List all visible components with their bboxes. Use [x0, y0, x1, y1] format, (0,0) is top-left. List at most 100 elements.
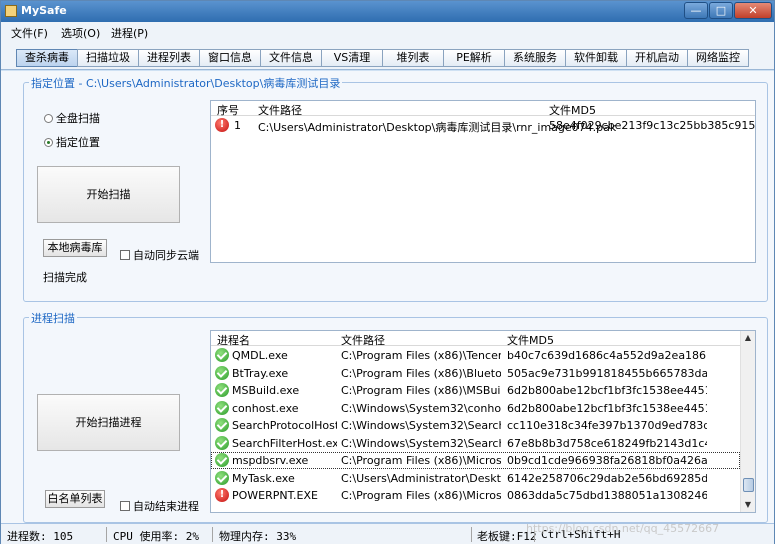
radio-on-icon: [44, 138, 53, 147]
title-bar: MySafe — □ ✕: [1, 1, 774, 22]
cpu-usage: CPU 使用率: 2%: [113, 530, 199, 543]
auto-end-process-checkbox[interactable]: 自动结束进程: [120, 498, 199, 514]
cell-name: POWERPNT.EXE: [232, 489, 318, 502]
start-scan-button[interactable]: 开始扫描: [37, 166, 180, 223]
cell-path: C:\Program Files (x86)\Microsoft Vis...: [341, 454, 501, 467]
tab-8[interactable]: 系统服务: [504, 49, 566, 67]
scroll-down-arrow-icon[interactable]: ▼: [743, 500, 753, 510]
list-header: 进程名 文件路径 文件MD5: [211, 331, 755, 348]
tab-0[interactable]: 查杀病毒: [16, 49, 78, 67]
safe-check-icon: [215, 418, 229, 432]
table-row[interactable]: SearchFilterHost.exe C:\Windows\System32\…: [211, 435, 740, 452]
cell-path: C:\Windows\System32\SearchProto...: [341, 419, 501, 432]
status-separator: [106, 527, 107, 542]
danger-icon: !: [215, 118, 229, 132]
tab-2[interactable]: 进程列表: [138, 49, 200, 67]
menu-process[interactable]: 进程(P): [111, 25, 148, 41]
menu-options[interactable]: 选项(O): [61, 25, 100, 41]
col-file-md5[interactable]: 文件MD5: [549, 102, 596, 118]
tab-5[interactable]: VS清理: [321, 49, 383, 67]
tab-11[interactable]: 网络监控: [687, 49, 749, 67]
maximize-button[interactable]: □: [709, 2, 733, 19]
cell-path: C:\Windows\System32\SearchFilter...: [341, 436, 501, 450]
scroll-thumb[interactable]: [743, 478, 754, 492]
auto-sync-label: 自动同步云端: [133, 249, 199, 262]
start-process-scan-button[interactable]: 开始扫描进程: [37, 394, 180, 451]
main-window: MySafe — □ ✕ 文件(F) 选项(O) 进程(P) 查杀病毒 扫描垃圾进…: [0, 0, 775, 544]
cell-md5: b40c7c639d1686c4a552d9a2ea186...: [507, 349, 707, 362]
process-count: 进程数: 105: [7, 530, 74, 543]
safe-check-icon: [215, 400, 229, 415]
checkbox-unchecked-icon: [120, 501, 130, 511]
cell-path: C:\Users\Administrator\Desktop\My...: [341, 471, 501, 485]
scan-status: 扫描完成: [43, 271, 87, 284]
safe-check-icon: [215, 470, 229, 485]
tab-4[interactable]: 文件信息: [260, 49, 322, 67]
safe-check-icon: [215, 435, 229, 450]
tab-10[interactable]: 开机启动: [626, 49, 688, 67]
tab-3[interactable]: 窗口信息: [199, 49, 261, 67]
table-row[interactable]: SearchProtocolHost.exe C:\Windows\System3…: [211, 417, 740, 434]
cell-name: SearchProtocolHost.exe: [232, 419, 337, 432]
cell-name: conhost.exe: [232, 401, 299, 415]
radio-off-icon: [44, 114, 53, 123]
cell-md5: 6142e258706c29dab2e56bd69285d...: [507, 471, 707, 485]
local-virus-db-button[interactable]: 本地病毒库: [43, 239, 107, 257]
auto-end-process-label: 自动结束进程: [133, 500, 199, 513]
cell-path: C:\Program Files (x86)\MSBuild\14.0...: [341, 384, 501, 397]
scroll-up-arrow-icon[interactable]: ▲: [743, 333, 753, 343]
checkbox-unchecked-icon: [120, 250, 130, 260]
process-list[interactable]: 进程名 文件路径 文件MD5 QMDL.exe C:\Program Files …: [210, 330, 756, 513]
cell-md5: cc110e318c34fe397b1370d9ed783d5e: [507, 419, 707, 432]
menu-bar: 文件(F) 选项(O) 进程(P): [1, 22, 774, 42]
process-scan-group: 进程扫描 开始扫描进程 白名单列表 自动结束进程 进程名 文件路径 文件MD5 …: [23, 310, 768, 523]
cell-md5: 6d2b800abe12bcf1bf3fc1538ee44514: [507, 384, 707, 397]
virus-scan-group: 指定位置 - C:\Users\Administrator\Desktop\病毒…: [23, 75, 768, 302]
specified-location-label: 指定位置: [56, 136, 100, 149]
cell-md5: 58e4f029cbe213f9c13c25bb385c915d: [549, 119, 756, 132]
table-row[interactable]: MSBuild.exe C:\Program Files (x86)\MSBuil…: [211, 382, 740, 399]
safe-check-icon: [215, 365, 229, 380]
cell-md5: 0863dda5c75dbd1388051a1308246...: [507, 489, 707, 502]
safe-check-icon: [215, 348, 229, 362]
virus-result-list[interactable]: 序号 文件路径 文件MD5 ! 1 C:\Users\Administrator\D…: [210, 100, 756, 263]
cell-name: mspdbsrv.exe: [232, 454, 309, 467]
auto-sync-checkbox[interactable]: 自动同步云端: [120, 247, 199, 263]
specified-location-radio[interactable]: 指定位置: [44, 134, 100, 150]
window-title: MySafe: [21, 4, 67, 17]
safe-check-icon: [215, 383, 229, 397]
minimize-button[interactable]: —: [684, 2, 708, 19]
tab-1[interactable]: 扫描垃圾: [77, 49, 139, 67]
menu-file[interactable]: 文件(F): [11, 25, 48, 41]
col-file-md5[interactable]: 文件MD5: [507, 332, 554, 348]
cell-name: MyTask.exe: [232, 471, 295, 485]
table-row[interactable]: mspdbsrv.exe C:\Program Files (x86)\Micro…: [211, 452, 740, 469]
process-scan-group-title: 进程扫描: [29, 310, 77, 326]
close-button[interactable]: ✕: [734, 2, 772, 19]
whitelist-button[interactable]: 白名单列表: [45, 490, 105, 508]
col-file-path[interactable]: 文件路径: [341, 332, 385, 348]
safe-check-icon: [215, 453, 229, 467]
cell-path: C:\Program Files (x86)\Tencent\QQ...: [341, 349, 501, 362]
tab-6[interactable]: 堆列表: [382, 49, 444, 67]
table-row[interactable]: BtTray.exe C:\Program Files (x86)\Bluetoo…: [211, 365, 740, 382]
table-row[interactable]: QMDL.exe C:\Program Files (x86)\Tencent\Q…: [211, 347, 740, 364]
col-index[interactable]: 序号: [217, 102, 239, 118]
list-header: 序号 文件路径 文件MD5: [211, 101, 755, 118]
process-list-scrollbar[interactable]: ▲ ▼: [740, 331, 755, 512]
tab-bar: 查杀病毒 扫描垃圾 进程列表 窗口信息 文件信息 VS清理 堆列表 PE解析 系统服务 软件卸载开…: [1, 42, 774, 70]
table-row[interactable]: conhost.exe C:\Windows\System32\conhost.e…: [211, 400, 740, 417]
tab-9[interactable]: 软件卸载: [565, 49, 627, 67]
memory-usage: 物理内存: 33%: [219, 530, 297, 543]
table-row[interactable]: MyTask.exe C:\Users\Administrator\Desktop…: [211, 470, 740, 487]
col-process-name[interactable]: 进程名: [217, 332, 250, 348]
col-file-path[interactable]: 文件路径: [258, 102, 302, 118]
cell-name: MSBuild.exe: [232, 384, 300, 397]
cell-path: C:\Program Files (x86)\Bluetooth Sui...: [341, 366, 501, 380]
cell-md5: 67e8b8b3d758ce618249fb2143d1c49b: [507, 436, 707, 450]
full-scan-radio[interactable]: 全盘扫描: [44, 110, 100, 126]
status-separator: [471, 527, 472, 542]
table-row[interactable]: ! POWERPNT.EXE C:\Program Files (x86)\Micr…: [211, 487, 740, 504]
tab-7[interactable]: PE解析: [443, 49, 505, 67]
table-row[interactable]: ! 1 C:\Users\Administrator\Desktop\病毒库测试目录…: [211, 117, 755, 134]
